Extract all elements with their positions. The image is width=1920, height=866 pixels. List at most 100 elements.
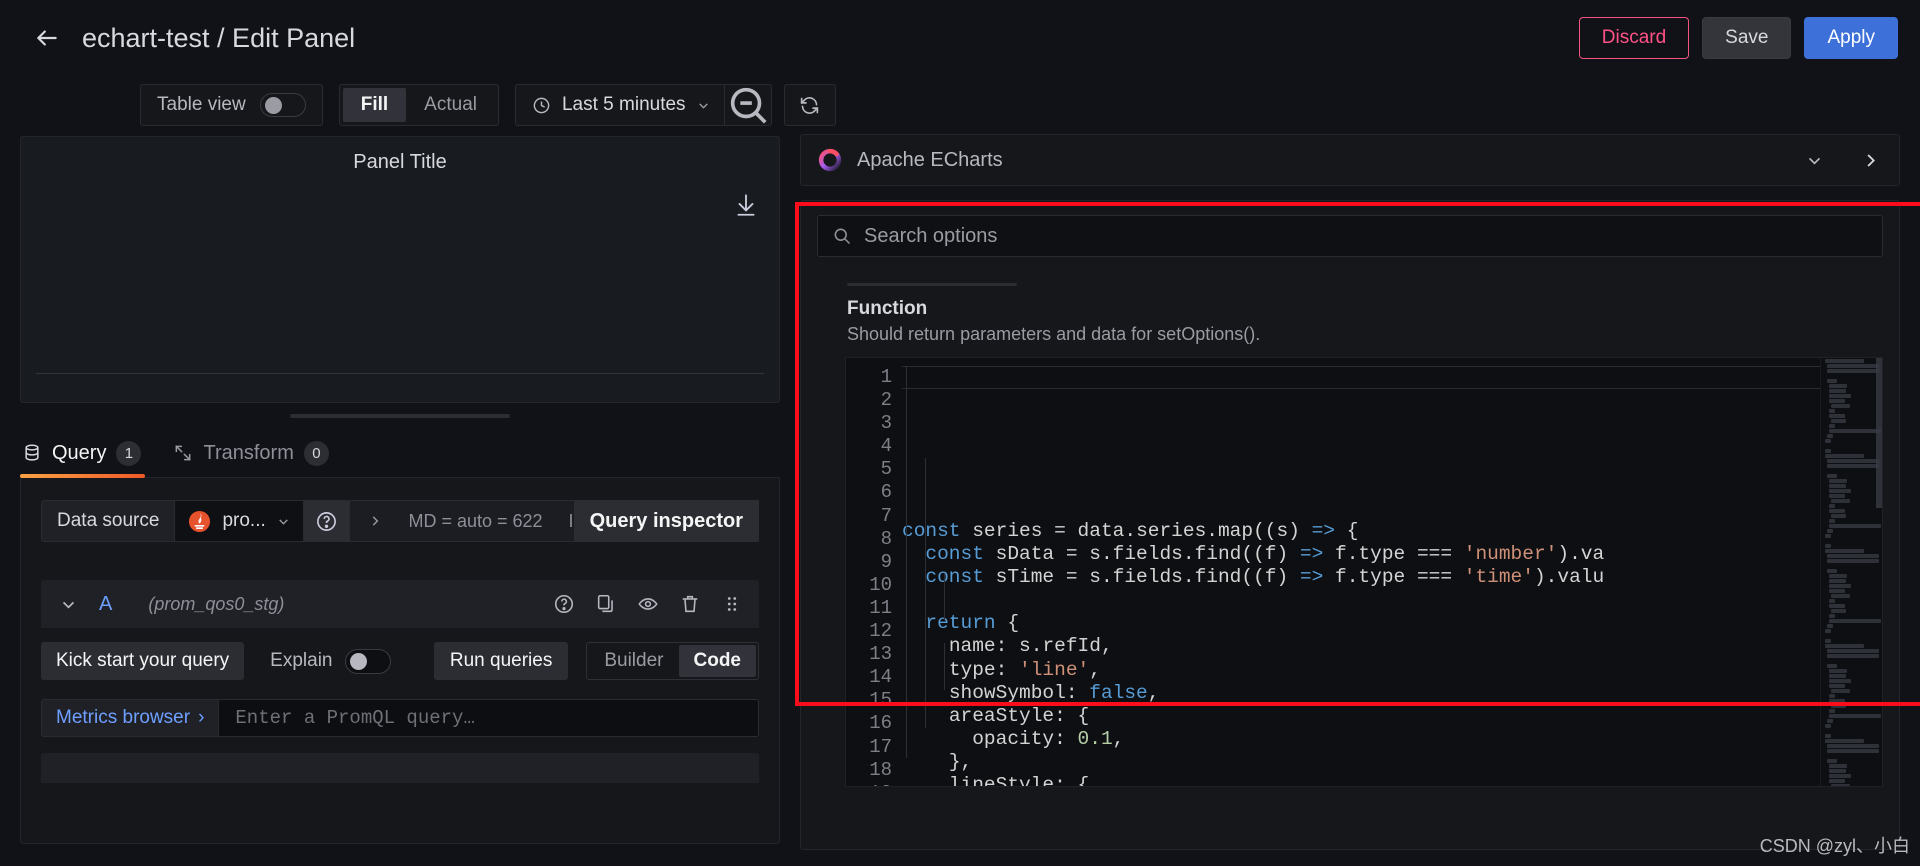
promql-options-strip [41, 753, 759, 783]
visualization-dropdown-button[interactable] [1793, 139, 1835, 181]
trash-icon[interactable] [679, 593, 701, 615]
minimap-line [1829, 779, 1845, 783]
top-bar: echart-test / Edit Panel Discard Save Ap… [0, 0, 1920, 76]
line-number: 11 [869, 596, 892, 619]
discard-button[interactable]: Discard [1578, 17, 1690, 59]
eye-icon[interactable] [637, 593, 659, 615]
minimap-line [1831, 499, 1850, 503]
minimap-line [1825, 639, 1831, 643]
minimap-line [1829, 509, 1845, 513]
minimap-line [1829, 669, 1847, 673]
line-number: 6 [880, 481, 892, 504]
minimap-line [1829, 424, 1835, 428]
code-content[interactable]: const series = data.series.map((s) => { … [902, 358, 1882, 786]
chevron-right-icon [1866, 153, 1875, 167]
code-line: type: 'line', [948, 658, 1101, 681]
chevron-right-icon: › [198, 707, 205, 728]
minimap-line [1829, 584, 1851, 588]
zoom-out-button[interactable] [725, 84, 771, 126]
line-number: 2 [880, 389, 892, 412]
duplicate-icon[interactable] [595, 593, 617, 615]
line-number: 9 [880, 550, 892, 573]
metrics-browser-label: Metrics browser [56, 707, 191, 728]
promql-query-input[interactable]: Enter a PromQL query… [218, 699, 759, 737]
query-row-collapse-button[interactable] [55, 591, 81, 617]
minimap-line [1831, 404, 1850, 408]
table-view-toggle-group[interactable]: Table view [140, 84, 323, 126]
fill-actual-segmented[interactable]: Fill Actual [338, 84, 499, 126]
tab-query[interactable]: Query 1 [20, 428, 146, 478]
line-number: 1 [880, 366, 892, 388]
minimap-line [1827, 364, 1879, 368]
fill-option[interactable]: Fill [342, 88, 407, 122]
right-pane: Apache ECharts Search options Function S… [800, 134, 1920, 866]
code-line: const series = data.series.map((s) => { [902, 520, 1359, 542]
save-button[interactable]: Save [1702, 17, 1792, 59]
minimap-line [1829, 414, 1845, 418]
options-pane: Apache ECharts Search options Function S… [800, 134, 1900, 866]
apply-button[interactable]: Apply [1804, 17, 1898, 59]
minimap-line [1827, 664, 1837, 668]
search-options-input[interactable]: Search options [817, 215, 1883, 257]
function-code-editor[interactable]: 1 2 3 4 5 6 7 8 9 10 11 12 13 14 15 16 1… [845, 357, 1883, 787]
drag-handle-icon[interactable] [721, 593, 743, 615]
promql-input-row: Metrics browser › Enter a PromQL query… [41, 699, 759, 737]
minimap-line [1829, 484, 1846, 488]
metrics-browser-button[interactable]: Metrics browser › [41, 699, 219, 737]
minimap-line [1829, 699, 1845, 703]
code-minimap[interactable] [1820, 358, 1882, 786]
time-range-picker[interactable]: Last 5 minutes [516, 85, 724, 125]
data-source-help-button[interactable] [304, 500, 351, 542]
options-pane-collapse-button[interactable] [1849, 139, 1891, 181]
line-number: 13 [869, 643, 892, 666]
builder-mode-option[interactable]: Builder [589, 645, 678, 677]
code-line: }, [948, 750, 973, 773]
minimap-line [1829, 589, 1845, 593]
refresh-button[interactable] [783, 84, 836, 126]
actual-option[interactable]: Actual [406, 88, 495, 122]
data-source-picker[interactable]: pro... [174, 500, 305, 542]
query-ref-id[interactable]: A [99, 593, 112, 616]
kick-start-query-button[interactable]: Kick start your query [41, 642, 245, 680]
download-csv-button[interactable] [733, 192, 759, 218]
echarts-logo-icon [818, 148, 842, 172]
line-number: 12 [869, 620, 892, 643]
table-view-switch[interactable] [259, 93, 306, 117]
minimap-line [1829, 389, 1846, 393]
option-max-data-points: MD = auto = 622 [408, 510, 543, 531]
function-label: Function [847, 298, 928, 319]
line-number: 17 [869, 735, 892, 758]
minimap-line [1829, 504, 1835, 508]
code-line: const sTime = s.fields.find((f) => f.typ… [925, 566, 1605, 589]
visualization-picker[interactable]: Apache ECharts [800, 134, 1900, 186]
tab-transform[interactable]: Transform 0 [171, 428, 332, 478]
minimap-line [1829, 674, 1846, 678]
minimap-scrollbar[interactable] [1876, 358, 1882, 508]
minimap-line [1827, 744, 1879, 748]
refresh-icon [800, 96, 819, 114]
options-group-function: Function Should return parameters and da… [817, 283, 1883, 345]
line-number: 10 [869, 573, 892, 596]
panel-resize-handle[interactable] [290, 414, 510, 418]
explain-switch[interactable] [344, 648, 391, 674]
zoom-out-icon [730, 87, 767, 124]
minimap-line [1829, 604, 1845, 608]
time-range-value: Last 5 minutes [561, 94, 686, 115]
minimap-line [1827, 474, 1837, 478]
run-queries-button[interactable]: Run queries [433, 642, 569, 680]
explain-toggle-group[interactable]: Explain [270, 648, 391, 674]
back-button[interactable] [26, 17, 68, 59]
query-inspector-button[interactable]: Query inspector [573, 500, 759, 542]
minimap-line [1829, 694, 1835, 698]
minimap-line [1829, 774, 1851, 778]
minimap-line [1829, 709, 1835, 713]
minimap-line [1829, 394, 1851, 398]
minimap-line [1827, 759, 1837, 763]
minimap-line [1827, 554, 1879, 558]
question-circle-icon[interactable] [553, 593, 575, 615]
line-number: 14 [869, 666, 892, 689]
body-split: Panel Title Query 1 Transform 0 Data sou… [0, 134, 1920, 866]
code-mode-option[interactable]: Code [678, 645, 756, 677]
line-number: 16 [869, 712, 892, 735]
